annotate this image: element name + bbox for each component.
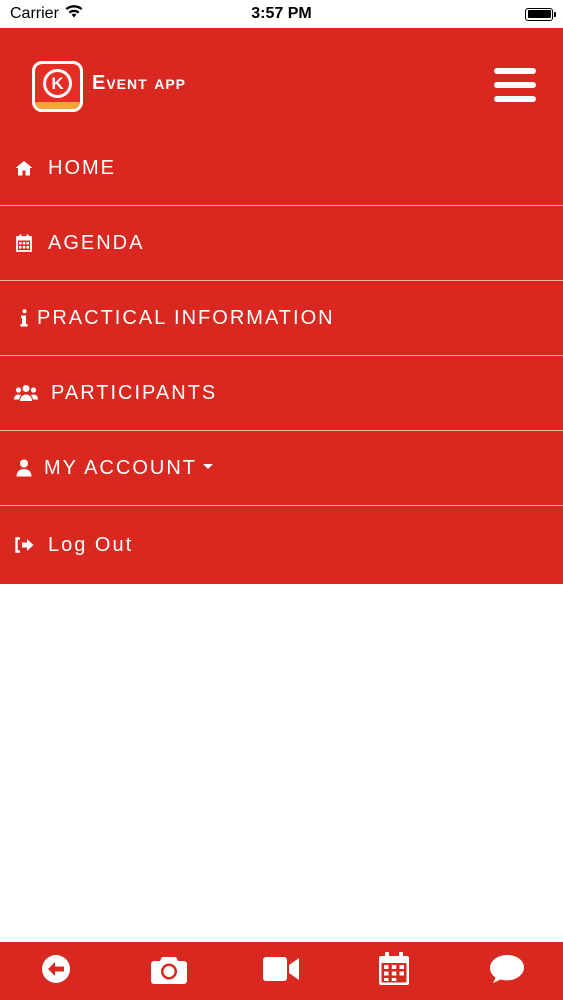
app-title: Event app (92, 72, 187, 94)
camera-button[interactable] (147, 949, 191, 993)
carrier-label: Carrier (10, 5, 59, 22)
menu-item-label: PARTICIPANTS (51, 381, 218, 404)
status-time: 3:57 PM (251, 5, 312, 22)
status-bar: Carrier 3:57 PM (0, 0, 563, 28)
menu-item-participants[interactable]: PARTICIPANTS (0, 356, 563, 431)
video-button[interactable] (259, 949, 303, 993)
info-icon (13, 307, 35, 329)
logo-letter: K (43, 69, 72, 98)
chevron-down-icon (202, 463, 213, 469)
calendar-icon (13, 232, 35, 254)
app-logo: K (32, 61, 83, 112)
camera-icon (150, 954, 187, 989)
back-arrow-icon (41, 954, 71, 989)
menu-item-home[interactable]: HOME (0, 131, 563, 206)
back-button[interactable] (34, 949, 78, 993)
wifi-icon (65, 5, 83, 23)
menu-item-my-account[interactable]: MY ACCOUNT (0, 431, 563, 506)
chat-button[interactable] (485, 949, 529, 993)
calendar-button[interactable] (372, 949, 416, 993)
hamburger-menu-button[interactable] (494, 68, 536, 102)
menu-item-label: Log Out (48, 533, 134, 556)
menu-item-log-out[interactable]: Log Out (0, 506, 563, 584)
home-icon (13, 157, 35, 179)
menu-item-label: AGENDA (48, 231, 145, 254)
sign-out-icon (13, 534, 35, 556)
menu-item-agenda[interactable]: AGENDA (0, 206, 563, 281)
menu-item-label: MY ACCOUNT (44, 456, 197, 479)
app-header: K Event app (0, 28, 563, 131)
calendar-icon (378, 951, 410, 991)
bottom-toolbar (0, 942, 563, 1000)
menu-item-label: HOME (48, 156, 116, 179)
side-menu: HOME AGENDA PRACTICAL INFORMATION PARTIC… (0, 131, 563, 584)
chat-bubble-icon (489, 954, 525, 989)
video-camera-icon (263, 956, 300, 987)
menu-item-practical-information[interactable]: PRACTICAL INFORMATION (0, 281, 563, 356)
user-icon (13, 457, 35, 479)
menu-item-label: PRACTICAL INFORMATION (37, 306, 335, 329)
users-icon (13, 382, 39, 404)
battery-icon (525, 7, 556, 21)
